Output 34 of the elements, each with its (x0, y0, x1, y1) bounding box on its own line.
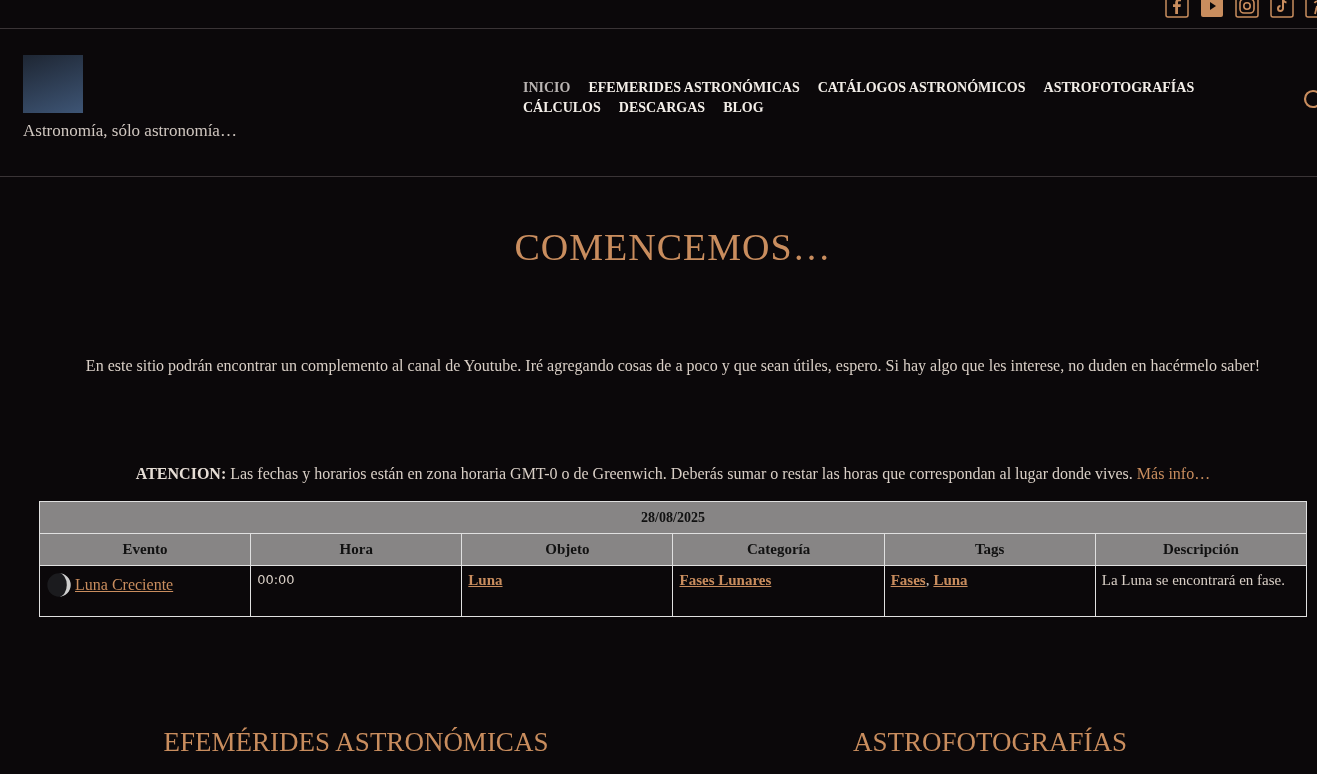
nav-link[interactable]: BLOG (723, 100, 764, 116)
column-header: Descripción (1095, 533, 1307, 566)
column-header: Objeto (461, 533, 673, 566)
page-heading: COMENCEMOS… (513, 225, 833, 269)
table-cell: La Luna se encontrará en fase. (1095, 565, 1307, 617)
column-header: Tags (884, 533, 1096, 566)
nav-link[interactable]: DESCARGAS (618, 100, 706, 116)
tag-link[interactable]: Luna (933, 572, 968, 588)
nav-link[interactable]: CÁLCULOS (523, 100, 601, 116)
column-header: Hora (250, 533, 462, 566)
category-link[interactable]: Fases Lunares (679, 572, 772, 588)
section-heading: ASTROFOTOGRAFÍAS (851, 727, 1129, 758)
tiktok-icon[interactable] (1270, 0, 1294, 18)
facebook-icon[interactable] (1165, 0, 1189, 18)
event-link[interactable]: Luna Creciente (75, 576, 174, 594)
column-header: Categoría (672, 533, 885, 566)
notice-paragraph: ATENCION: Las fechas y horarios están en zona horaria GMT-0 o de Greenwich. Deberás sumar o restar las horas que correspondan al lugar donde vives. Más info… (134, 465, 1212, 483)
tag-separator: , (925, 572, 930, 588)
nav-link[interactable]: CATÁLOGOS ASTRONÓMICOS (817, 80, 1026, 96)
youtube-icon[interactable] (1200, 0, 1224, 18)
site-tagline: Astronomía, sólo astronomía… (23, 121, 238, 141)
object-link[interactable]: Luna (468, 572, 503, 588)
instagram-icon[interactable] (1235, 0, 1259, 18)
table-date-header: 28/08/2025 (39, 501, 1307, 534)
moon-icon (46, 572, 72, 598)
intro-paragraph: En este sitio podrán encontrar un complemento al canal de Youtube. Iré agregando cosas de a poco y que sean útiles, espero. Si hay algo que les interese, no duden en hacérmelo saber! (84, 357, 1262, 375)
section-heading: EFEMÉRIDES ASTRONÓMICAS (162, 727, 550, 758)
nav-link[interactable]: ASTROFOTOGRAFÍAS (1043, 80, 1195, 96)
table-cell: 00:00 (250, 565, 462, 617)
nav-link[interactable]: EFEMERIDES ASTRONÓMICAS (588, 80, 800, 96)
more-info-link[interactable]: Más info… (1136, 465, 1211, 482)
tag-link[interactable]: Fases (890, 572, 926, 588)
column-header: Evento (39, 533, 251, 566)
nav-link[interactable]: INICIO (523, 80, 571, 96)
